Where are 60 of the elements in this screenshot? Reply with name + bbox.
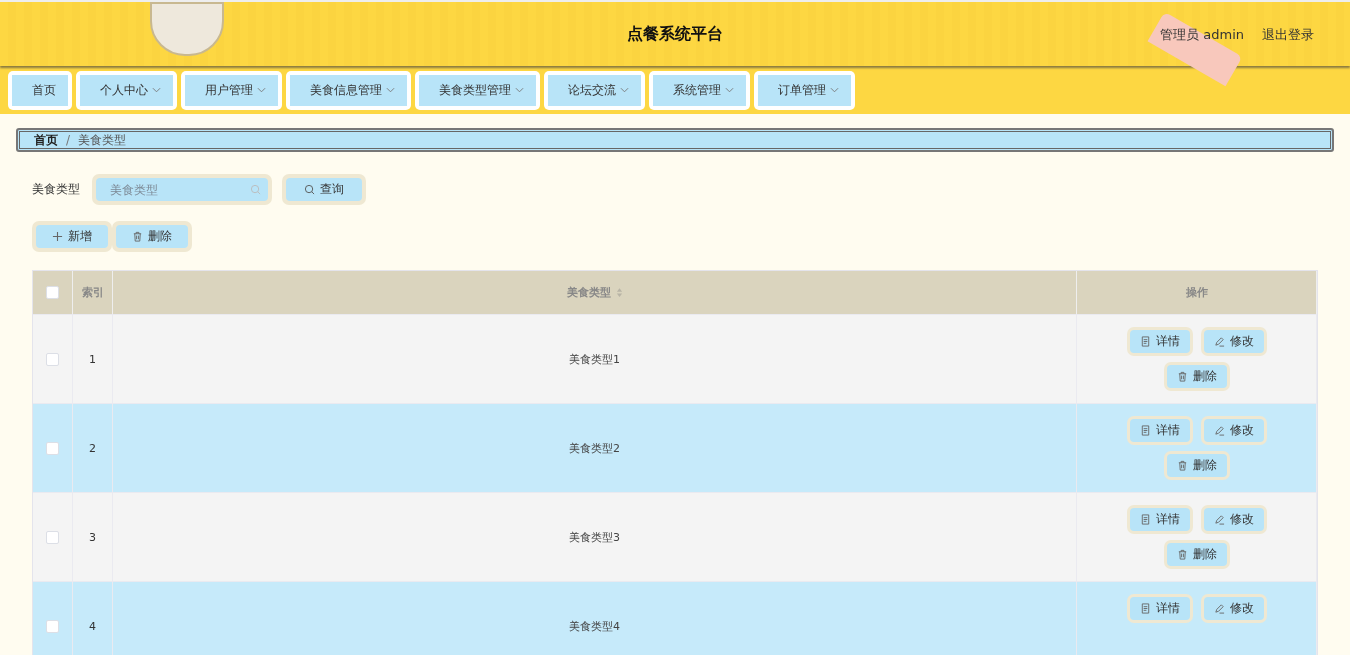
checkbox[interactable] [46, 619, 59, 633]
delete-button[interactable]: 删除 [1166, 365, 1227, 388]
details-button[interactable]: 详情 [1129, 508, 1190, 531]
sort-icon [615, 288, 623, 297]
delete-button[interactable]: 删除 [1166, 454, 1227, 477]
add-button[interactable]: 新增 [36, 225, 108, 248]
checkbox[interactable] [46, 286, 59, 299]
site-title: 点餐系统平台 [627, 23, 723, 45]
nav-item[interactable]: 美食信息管理 [290, 74, 407, 106]
chevron-down-icon [620, 87, 629, 93]
edit-button[interactable]: 修改 [1203, 597, 1264, 620]
document-icon [1139, 336, 1151, 347]
trash-icon [1176, 549, 1188, 560]
details-button[interactable]: 详情 [1129, 419, 1190, 442]
pencil-icon [1213, 514, 1225, 525]
trash-icon [1176, 460, 1188, 471]
user-label: 管理员 admin [1160, 26, 1244, 44]
document-icon [1139, 514, 1151, 525]
search-field[interactable]: 美食类型 [96, 178, 268, 201]
breadcrumb-separator: / [66, 133, 71, 147]
breadcrumb-item[interactable]: 首页 [34, 131, 58, 149]
nav-item[interactable]: 系统管理 [653, 74, 746, 106]
details-button[interactable]: 详情 [1129, 597, 1190, 620]
chevron-down-icon [386, 87, 395, 93]
search-label: 美食类型 [32, 181, 80, 198]
nav-item[interactable]: 订单管理 [758, 74, 851, 106]
document-icon [1139, 603, 1151, 614]
chevron-down-icon [152, 87, 161, 93]
plus-icon [52, 231, 63, 242]
logout-link[interactable]: 退出登录 [1262, 26, 1314, 44]
chevron-down-icon [515, 87, 524, 93]
trash-icon [1176, 371, 1188, 382]
pencil-icon [1213, 603, 1225, 614]
nav-item[interactable]: 用户管理 [185, 74, 278, 106]
table-cell: 4 [73, 582, 113, 655]
trash-icon [132, 231, 143, 242]
edit-button[interactable]: 修改 [1203, 330, 1264, 353]
edit-button[interactable]: 修改 [1203, 419, 1264, 442]
checkbox[interactable] [46, 530, 59, 544]
pencil-icon [1213, 425, 1225, 436]
pencil-icon [1213, 336, 1225, 347]
breadcrumb-item: 美食类型 [78, 131, 127, 149]
details-button[interactable]: 详情 [1129, 330, 1190, 353]
table-cell: 美食类型4 [113, 582, 1077, 655]
nav-item[interactable]: 首页 [12, 74, 68, 106]
edit-button[interactable]: 修改 [1203, 508, 1264, 531]
nav-item[interactable]: 美食类型管理 [419, 74, 536, 106]
search-icon [304, 184, 315, 195]
nav-item[interactable]: 论坛交流 [548, 74, 641, 106]
delete-button[interactable]: 删除 [1166, 543, 1227, 566]
chevron-down-icon [830, 87, 839, 93]
chevron-down-icon [257, 87, 266, 93]
checkbox[interactable] [46, 352, 59, 366]
delete-button[interactable]: 删除 [116, 225, 188, 248]
search-icon [250, 184, 261, 195]
chevron-down-icon [725, 87, 734, 93]
nav-item[interactable]: 个人中心 [80, 74, 173, 106]
document-icon [1139, 425, 1151, 436]
checkbox[interactable] [46, 441, 59, 455]
query-button[interactable]: 查询 [286, 178, 362, 201]
